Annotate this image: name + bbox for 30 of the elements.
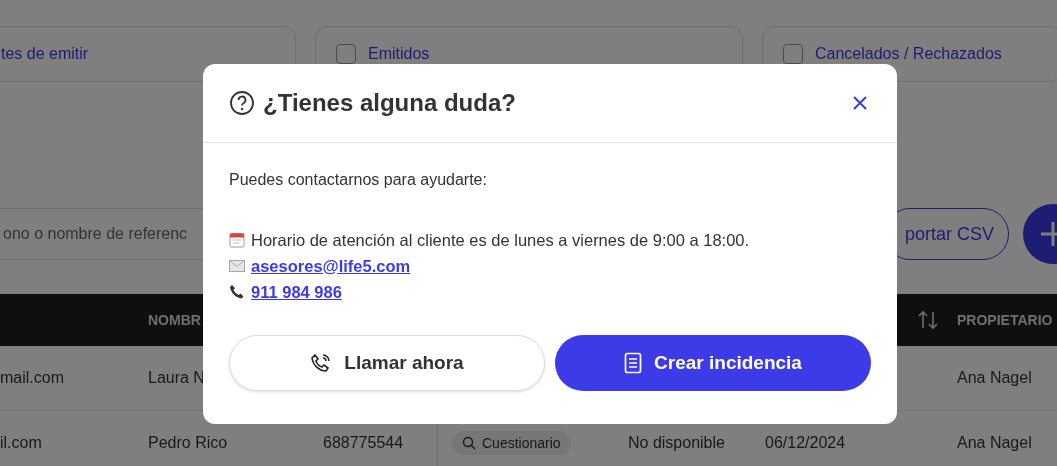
phone-call-icon [310,352,333,374]
calendar-icon [229,232,245,248]
email-link[interactable]: asesores@life5.com [251,256,411,276]
phone-icon [229,284,245,300]
table-cell: 06/12/2024 [765,434,846,452]
table-cell: Pedro Rico [148,434,228,452]
dialog-title: ¿Tienes alguna duda? [263,89,517,117]
search-icon [462,436,476,450]
status-chip: Cuestionario [452,431,571,455]
sort-icon[interactable] [917,310,939,330]
phone-link[interactable]: 911 984 986 [251,282,342,302]
table-cell: mail.com [0,369,64,387]
column-header[interactable]: PROPIETARIO [957,312,1053,328]
filter-label: Cancelados / Rechazados [815,45,1002,63]
help-icon [229,90,255,116]
filter-label: tes de emitir [1,45,89,63]
column-header[interactable]: NOMBR [148,312,201,328]
table-cell: No disponible [628,434,725,452]
call-button[interactable]: Llamar ahora [229,335,545,391]
envelope-icon [229,260,245,272]
create-ticket-button[interactable]: Crear incidencia [555,335,871,391]
schedule-text: Horario de atención al cliente es de lunes a viernes de 9:00 a 18:00. [251,230,750,250]
table-cell: Laura N [148,369,205,387]
table-cell: Ana Nagel [957,369,1032,387]
table-cell: Ana Nagel [957,434,1032,452]
filter-label: Emitidos [368,45,430,63]
table-cell: 688775544 [323,434,404,452]
table-cell: il.com [0,434,42,452]
document-icon [624,352,643,374]
intro-text: Puedes contactarnos para ayudarte: [229,171,488,189]
